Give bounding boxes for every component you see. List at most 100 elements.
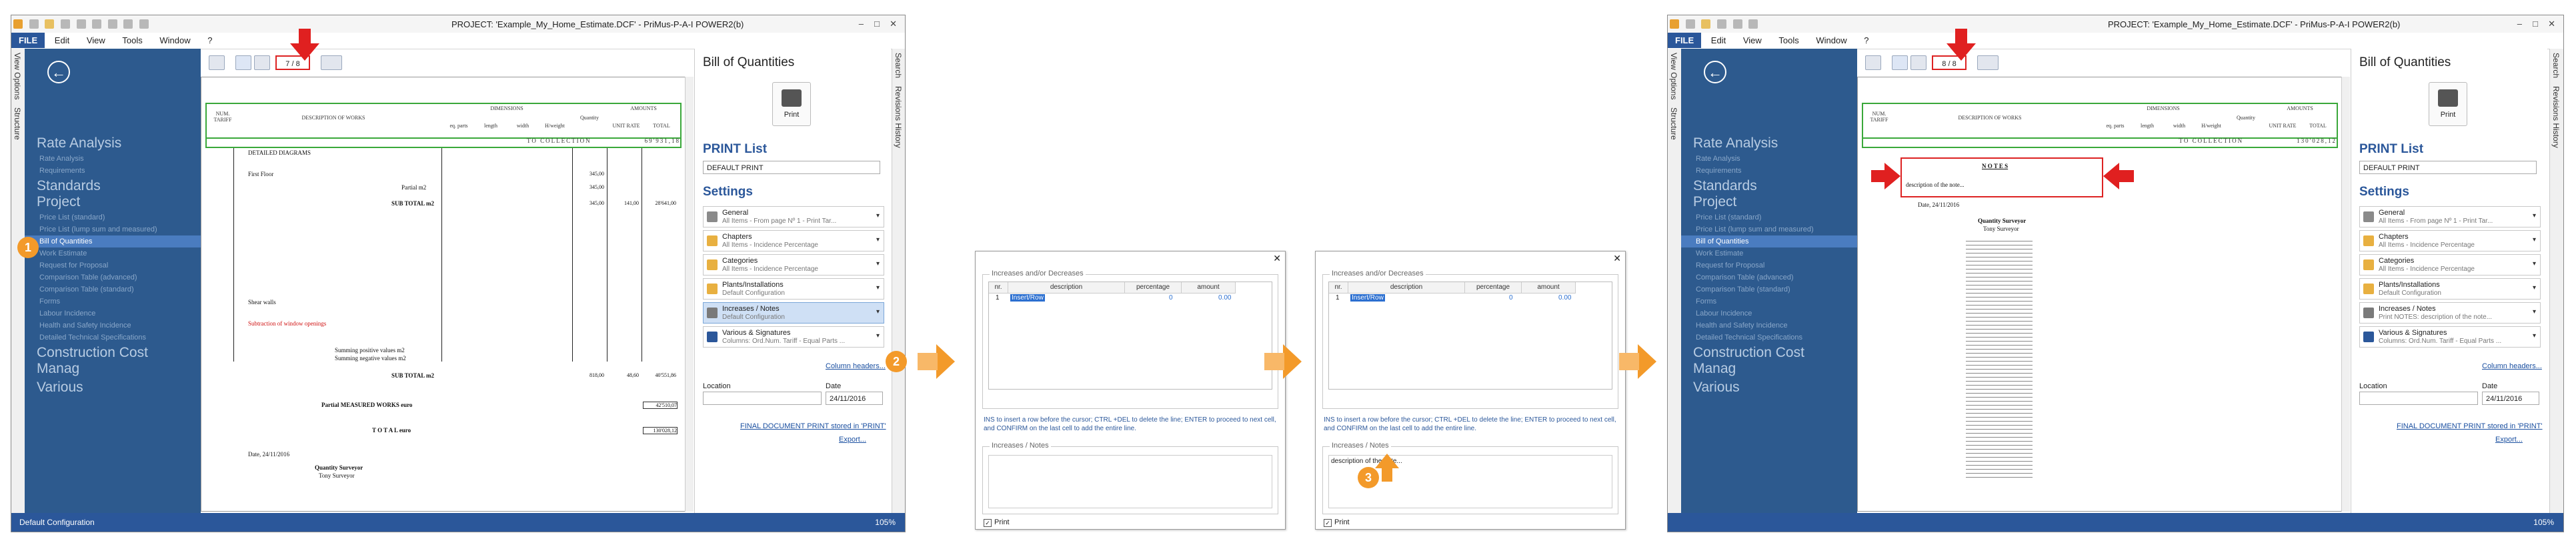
cell-percentage[interactable]: 0 <box>1169 294 1173 303</box>
final-document-print-link[interactable]: FINAL DOCUMENT PRINT stored in 'PRINT' <box>2397 422 2543 430</box>
redo-icon[interactable] <box>1748 19 1758 29</box>
print-button[interactable]: Print <box>772 82 811 126</box>
cell-percentage[interactable]: 0 <box>1509 294 1513 303</box>
nav-item-forms[interactable]: Forms <box>25 296 201 308</box>
nav-item-labour-incidence[interactable]: Labour Incidence <box>1681 308 1857 320</box>
menu-window[interactable]: Window <box>152 33 197 48</box>
setting-plants[interactable]: Plants/Installations Default Configuratio… <box>2359 278 2541 300</box>
cell-amount[interactable]: 0.00 <box>1558 294 1571 303</box>
nav-item-work-estimate[interactable]: Work Estimate <box>25 247 201 259</box>
nav-item-price-list-lump[interactable]: Price List (lump sum and measured) <box>1681 223 1857 235</box>
menu-edit[interactable]: Edit <box>1704 33 1733 48</box>
location-input[interactable] <box>2359 392 2478 405</box>
nav-item-work-estimate[interactable]: Work Estimate <box>1681 247 1857 259</box>
menu-tools[interactable]: Tools <box>1771 33 1806 48</box>
save-icon[interactable] <box>60 19 70 29</box>
maximize-button[interactable]: □ <box>874 19 880 29</box>
menu-file[interactable]: FILE <box>1668 33 1702 48</box>
tab-search[interactable]: Search <box>2550 49 2562 82</box>
cell-description[interactable]: Insert/Row <box>1010 294 1045 303</box>
nav-item-technical-specs[interactable]: Detailed Technical Specifications <box>1681 332 1857 344</box>
doc-scrollbar[interactable] <box>685 77 694 512</box>
tab-structure[interactable]: Structure <box>11 103 23 144</box>
nav-item-rate-analysis[interactable]: Rate Analysis <box>1681 153 1857 165</box>
save-icon[interactable] <box>1716 19 1726 29</box>
print-list-select[interactable]: DEFAULT PRINT <box>703 161 880 174</box>
print-button[interactable]: Print <box>2429 82 2467 126</box>
copy-icon[interactable] <box>123 19 133 29</box>
print-checkbox[interactable]: ✓ Print <box>984 518 1010 527</box>
setting-increases-notes[interactable]: Increases / Notes Print NOTES: descriptio… <box>2359 302 2541 324</box>
undo-icon[interactable] <box>76 19 86 29</box>
date-input[interactable]: 24/11/2016 <box>826 392 883 405</box>
new-file-icon[interactable] <box>1685 19 1695 29</box>
cell-amount[interactable]: 0.00 <box>1218 294 1231 303</box>
menu-view[interactable]: View <box>79 33 113 48</box>
nav-item-forms[interactable]: Forms <box>1681 296 1857 308</box>
cell-description[interactable]: Insert/Row <box>1350 294 1385 303</box>
tab-revisions[interactable]: Revisions History <box>892 82 904 152</box>
nav-item-comparison-advanced[interactable]: Comparison Table (advanced) <box>25 271 201 284</box>
nav-item-price-list-standard[interactable]: Price List (standard) <box>1681 211 1857 223</box>
down-arrow-icon[interactable] <box>254 55 270 70</box>
nav-item-health-safety[interactable]: Health and Safety Incidence <box>25 320 201 332</box>
nav-item-bill-of-quantities[interactable]: Bill of Quantities <box>1681 235 1857 247</box>
menu-edit[interactable]: Edit <box>47 33 77 48</box>
tab-search[interactable]: Search <box>892 49 904 82</box>
back-arrow-icon[interactable]: ← <box>47 61 70 83</box>
date-input[interactable]: 24/11/2016 <box>2482 392 2539 405</box>
setting-increases-notes[interactable]: Increases / Notes Default Configuration ▾ <box>703 302 884 324</box>
nav-item-health-safety[interactable]: Health and Safety Incidence <box>1681 320 1857 332</box>
final-document-print-link[interactable]: FINAL DOCUMENT PRINT stored in 'PRINT' <box>740 422 886 430</box>
tab-revisions[interactable]: Revisions History <box>2550 82 2562 152</box>
nav-item-price-list-standard[interactable]: Price List (standard) <box>25 211 201 223</box>
setting-chapters[interactable]: Chapters All Items - Incidence Percentage… <box>703 230 884 251</box>
close-button[interactable]: ✕ <box>890 19 897 29</box>
setting-categories[interactable]: Categories All Items - Incidence Percenta… <box>703 254 884 276</box>
cut-icon[interactable] <box>107 19 117 29</box>
nav-item-comparison-standard[interactable]: Comparison Table (standard) <box>25 284 201 296</box>
minimize-button[interactable]: – <box>2517 19 2522 29</box>
setting-chapters[interactable]: Chapters All Items - Incidence Percentage… <box>2359 230 2541 251</box>
up-arrow-icon[interactable] <box>235 55 251 70</box>
tab-view-options[interactable]: View Options <box>11 49 23 103</box>
column-headers-link[interactable]: Column headers... <box>826 362 886 370</box>
menu-help[interactable]: ? <box>200 33 219 48</box>
new-file-icon[interactable] <box>29 19 39 29</box>
setting-various-signatures[interactable]: Various & Signatures Columns: Ord.Num. Ta… <box>2359 326 2541 348</box>
nav-item-price-list-lump[interactable]: Price List (lump sum and measured) <box>25 223 201 235</box>
menu-help[interactable]: ? <box>1856 33 1876 48</box>
nav-item-rate-analysis[interactable]: Rate Analysis <box>25 153 201 165</box>
export-arrow-icon[interactable] <box>321 55 342 70</box>
close-button[interactable]: ✕ <box>2548 19 2555 29</box>
tab-structure[interactable]: Structure <box>1668 103 1680 144</box>
export-link[interactable]: Export... <box>2495 436 2523 444</box>
nav-item-technical-specs[interactable]: Detailed Technical Specifications <box>25 332 201 344</box>
menu-tools[interactable]: Tools <box>115 33 149 48</box>
setting-general[interactable]: General All Items - From page Nº 1 - Prin… <box>703 206 884 227</box>
undo-icon[interactable] <box>1732 19 1742 29</box>
export-link[interactable]: Export... <box>839 436 866 444</box>
nav-item-request-for-proposal[interactable]: Request for Proposal <box>25 259 201 271</box>
nav-item-comparison-advanced[interactable]: Comparison Table (advanced) <box>1681 271 1857 284</box>
print-list-select[interactable]: DEFAULT PRINT <box>2359 161 2537 174</box>
layout-icon[interactable] <box>1865 55 1881 70</box>
menu-file[interactable]: FILE <box>11 33 45 48</box>
minimize-button[interactable]: – <box>859 19 864 29</box>
location-input[interactable] <box>703 392 822 405</box>
nav-item-requirements[interactable]: Requirements <box>1681 165 1857 177</box>
paste-icon[interactable] <box>139 19 149 29</box>
redo-icon[interactable] <box>92 19 102 29</box>
tab-view-options[interactable]: View Options <box>1668 49 1680 103</box>
setting-various-signatures[interactable]: Various & Signatures Columns: Ord.Num. Ta… <box>703 326 884 348</box>
setting-plants[interactable]: Plants/Installations Default Configuratio… <box>703 278 884 300</box>
setting-categories[interactable]: Categories All Items - Incidence Percenta… <box>2359 254 2541 276</box>
maximize-button[interactable]: □ <box>2533 19 2538 29</box>
close-icon[interactable]: ✕ <box>1613 253 1621 264</box>
nav-item-bill-of-quantities[interactable]: Bill of Quantities <box>25 235 201 247</box>
print-checkbox[interactable]: ✓ Print <box>1324 518 1350 527</box>
open-folder-icon[interactable] <box>1701 19 1711 29</box>
up-arrow-icon[interactable] <box>1892 55 1908 70</box>
doc-scrollbar[interactable] <box>2341 77 2350 512</box>
export-arrow-icon[interactable] <box>1977 55 1999 70</box>
